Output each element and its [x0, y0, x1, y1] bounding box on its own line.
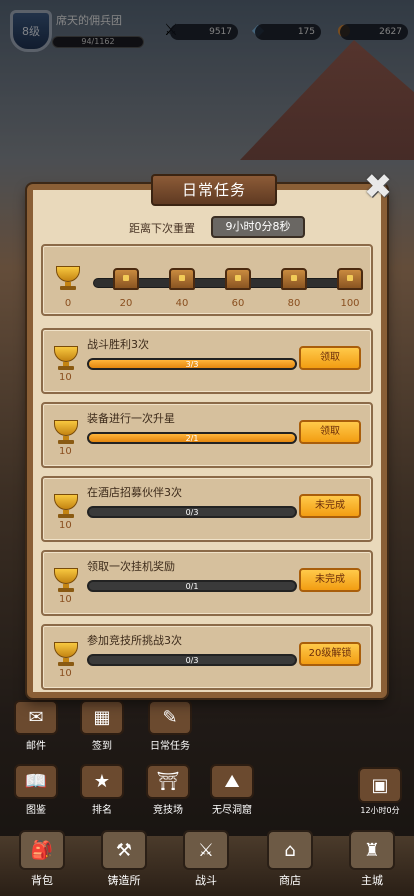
arena-label: 竞技场 [153, 805, 183, 816]
task-progress-bar: 2/1 [87, 432, 297, 444]
idle-chest-button[interactable]: ▣ 12小时0分 [352, 764, 408, 816]
task-title: 装备进行一次升星 [87, 412, 175, 425]
trophy-icon [53, 266, 83, 292]
task-action-button[interactable]: 领取 [299, 420, 361, 444]
task-reward: 10 [59, 520, 72, 531]
idle-chest-timer: 12小时0分 [360, 806, 400, 815]
treasure-chest-icon: ▣ [358, 767, 402, 803]
mail-label: 邮件 [26, 741, 46, 752]
mail-icon: ✉ [14, 700, 58, 735]
codex-button[interactable]: 📖 图鉴 [10, 764, 62, 816]
task-progress-text: 3/3 [185, 360, 199, 369]
reward-chest-icon[interactable] [281, 268, 307, 290]
task-progress-bar: 3/3 [87, 358, 297, 370]
task-action-button[interactable]: 20级解锁 [299, 642, 361, 666]
task-reward: 10 [59, 372, 72, 383]
reward-chest-icon[interactable] [169, 268, 195, 290]
codex-label: 图鉴 [26, 805, 46, 816]
nav-forge[interactable]: ⚒ 铸造所 [94, 830, 154, 888]
crossed-swords-icon: ⚔ [183, 830, 229, 870]
nav-forge-label: 铸造所 [107, 874, 141, 887]
anvil-icon: ⚒ [101, 830, 147, 870]
task-row: 10 参加竞技所挑战3次 0/3 20级解锁 [41, 624, 373, 690]
endless-cave-label: 无尽洞窟 [212, 805, 252, 816]
task-action-button[interactable]: 领取 [299, 346, 361, 370]
nav-bag-label: 背包 [31, 874, 53, 887]
scroll-icon: ✎ [148, 700, 192, 735]
task-title: 领取一次挂机奖励 [87, 560, 175, 573]
calendar-icon: ▦ [80, 700, 124, 735]
task-progress-text: 2/1 [185, 434, 199, 443]
ranking-button[interactable]: ★ 排名 [76, 764, 128, 816]
task-row: 10 在酒店招募伙伴3次 0/3 未完成 [41, 476, 373, 542]
task-row: 10 领取一次挂机奖励 0/1 未完成 [41, 550, 373, 616]
daily-task-dialog: 日常任务 ✖ 距离下次重置 9小时0分8秒 0 20 40 60 80 100 … [27, 170, 392, 698]
checkin-label: 签到 [92, 741, 112, 752]
nav-bag[interactable]: 🎒 背包 [12, 830, 72, 888]
task-row: 10 装备进行一次升星 2/1 领取 [41, 402, 373, 468]
castle-icon: ♜ [349, 830, 395, 870]
bottom-nav: 🎒 背包 ⚒ 铸造所 ⚔ 战斗 ⌂ 商店 ♜ 主城 [0, 830, 414, 896]
task-progress-text: 0/3 [185, 508, 199, 517]
gate-icon: ⛩ [146, 764, 190, 799]
nav-castle-label: 主城 [361, 874, 383, 887]
task-reward: 10 [59, 446, 72, 457]
milestone-label: 80 [287, 298, 301, 309]
shop-icon: ⌂ [267, 830, 313, 870]
milestone-label: 60 [231, 298, 245, 309]
reset-label: 距离下次重置 [129, 222, 195, 235]
backpack-icon: 🎒 [19, 830, 65, 870]
task-progress-text: 0/1 [185, 582, 199, 591]
progress-current: 0 [64, 298, 72, 309]
task-progress-bar: 0/3 [87, 654, 297, 666]
checkin-button[interactable]: ▦ 签到 [76, 700, 128, 752]
task-progress-text: 0/3 [185, 656, 199, 665]
task-title: 在酒店招募伙伴3次 [87, 486, 182, 499]
nav-battle[interactable]: ⚔ 战斗 [176, 830, 236, 888]
book-icon: 📖 [14, 764, 58, 799]
cave-icon: ⛰ [210, 764, 254, 799]
reset-timer: 9小时0分8秒 [211, 216, 305, 238]
milestone-label: 100 [340, 298, 360, 309]
task-action-button[interactable]: 未完成 [299, 568, 361, 592]
nav-shop-label: 商店 [279, 874, 301, 887]
mail-button[interactable]: ✉ 邮件 [10, 700, 62, 752]
trophy-icon [51, 642, 81, 668]
trophy-icon [51, 420, 81, 446]
trophy-icon [51, 494, 81, 520]
daily-task-button[interactable]: ✎ 日常任务 [140, 700, 200, 752]
daily-task-label: 日常任务 [150, 741, 190, 752]
task-title: 参加竞技所挑战3次 [87, 634, 182, 647]
nav-battle-label: 战斗 [195, 874, 217, 887]
trophy-icon [51, 568, 81, 594]
endless-cave-button[interactable]: ⛰ 无尽洞窟 [204, 764, 260, 816]
task-progress-bar: 0/1 [87, 580, 297, 592]
task-reward: 10 [59, 668, 72, 679]
close-icon[interactable]: ✖ [361, 170, 395, 206]
reward-chest-icon[interactable] [225, 268, 251, 290]
arena-button[interactable]: ⛩ 竞技场 [140, 764, 196, 816]
milestone-label: 20 [119, 298, 133, 309]
star-icon: ★ [80, 764, 124, 799]
reward-chest-icon[interactable] [113, 268, 139, 290]
milestone-label: 40 [175, 298, 189, 309]
dialog-title: 日常任务 [151, 174, 277, 206]
activity-progress-panel: 0 20 40 60 80 100 [41, 244, 373, 316]
task-reward: 10 [59, 594, 72, 605]
trophy-icon [51, 346, 81, 372]
nav-shop[interactable]: ⌂ 商店 [260, 830, 320, 888]
task-row: 10 战斗胜利3次 3/3 领取 [41, 328, 373, 394]
ranking-label: 排名 [92, 805, 112, 816]
task-progress-bar: 0/3 [87, 506, 297, 518]
task-title: 战斗胜利3次 [87, 338, 149, 351]
reward-chest-icon[interactable] [337, 268, 363, 290]
nav-castle[interactable]: ♜ 主城 [342, 830, 402, 888]
task-action-button[interactable]: 未完成 [299, 494, 361, 518]
